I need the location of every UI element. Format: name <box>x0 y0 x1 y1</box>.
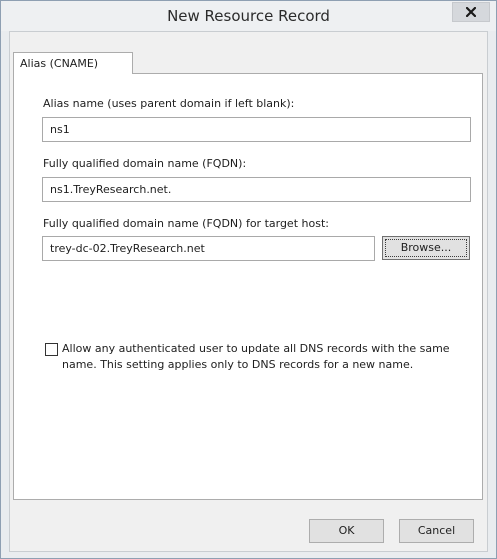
cancel-button[interactable]: Cancel <box>399 519 474 543</box>
fqdn-label: Fully qualified domain name (FQDN): <box>43 157 247 170</box>
tab-alias-cname[interactable]: Alias (CNAME) <box>13 52 133 74</box>
close-button[interactable] <box>452 2 490 22</box>
allow-update-label-line1: Allow any authenticated user to update a… <box>62 342 450 355</box>
close-icon <box>466 7 476 17</box>
title-bar[interactable]: New Resource Record <box>1 1 496 31</box>
tab-label: Alias (CNAME) <box>20 57 99 70</box>
alias-name-label: Alias name (uses parent domain if left b… <box>43 97 295 110</box>
browse-button[interactable]: Browse... <box>382 236 470 260</box>
focus-ring <box>385 239 467 257</box>
fqdn-input[interactable]: ns1.TreyResearch.net. <box>42 177 471 202</box>
dialog-title: New Resource Record <box>167 7 330 25</box>
ok-button[interactable]: OK <box>309 519 384 543</box>
allow-update-checkbox[interactable] <box>45 343 58 356</box>
allow-update-label-line2: name. This setting applies only to DNS r… <box>62 358 414 371</box>
alias-name-input[interactable]: ns1 <box>42 117 471 142</box>
target-host-input[interactable]: trey-dc-02.TreyResearch.net <box>42 236 375 261</box>
allow-update-label[interactable]: Allow any authenticated user to update a… <box>62 341 472 373</box>
target-host-label: Fully qualified domain name (FQDN) for t… <box>43 217 329 230</box>
